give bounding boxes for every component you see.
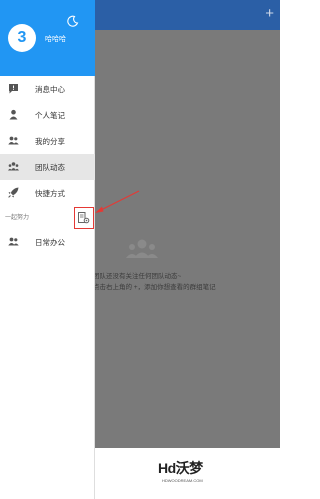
team-settings-button[interactable] bbox=[74, 207, 94, 229]
team-icon bbox=[8, 162, 19, 171]
share-people-icon bbox=[8, 136, 19, 145]
watermark: Hd沃梦 HDWOODREAM.COM bbox=[158, 458, 218, 488]
rocket-icon bbox=[8, 187, 19, 198]
add-icon[interactable]: + bbox=[265, 6, 274, 21]
watermark-logo: Hd沃梦 bbox=[158, 460, 203, 476]
person-icon bbox=[9, 109, 18, 120]
menu-item-label: 团队动态 bbox=[35, 163, 65, 172]
edge-strip bbox=[280, 0, 286, 499]
empty-message-line2: 点击右上角的 +，添加你想查看的群组笔记 bbox=[93, 284, 216, 291]
menu-item-label: 我的分享 bbox=[35, 137, 65, 146]
menu-item-team-activity[interactable]: 团队动态 bbox=[0, 154, 95, 180]
watermark-url: HDWOODREAM.COM bbox=[162, 478, 203, 483]
navigation-drawer: 3 哈哈哈 消息中心 个人笔记 我的分享 团队动态 快捷方式 一起努力 日常办公 bbox=[0, 0, 95, 499]
group-icon bbox=[8, 237, 19, 246]
menu-item-daily-office[interactable]: 日常办公 bbox=[0, 229, 95, 255]
avatar[interactable]: 3 bbox=[8, 24, 36, 52]
menu-item-shares[interactable]: 我的分享 bbox=[0, 128, 95, 154]
username[interactable]: 哈哈哈 bbox=[45, 34, 66, 44]
menu-item-label: 个人笔记 bbox=[35, 111, 65, 120]
menu-item-label: 快捷方式 bbox=[35, 189, 65, 198]
moon-icon[interactable] bbox=[67, 15, 79, 27]
team-settings-icon bbox=[78, 212, 90, 224]
message-icon bbox=[9, 84, 18, 94]
empty-team-icon bbox=[126, 239, 158, 258]
menu-item-notes[interactable]: 个人笔记 bbox=[0, 102, 95, 128]
annotation-arrow bbox=[95, 190, 140, 213]
app-toolbar: + bbox=[95, 0, 280, 30]
menu-item-messages[interactable]: 消息中心 bbox=[0, 76, 95, 102]
menu-item-label: 消息中心 bbox=[35, 85, 65, 94]
section-title: 一起努力 bbox=[5, 215, 30, 221]
empty-message-line1: 团队还没有关注任何团队动态~ bbox=[93, 273, 182, 280]
main-content-dimmed: + 团队还没有关注任何团队动态~ 点击右上角的 +，添加你想查看的群组笔记 bbox=[93, 0, 280, 448]
menu-item-shortcuts[interactable]: 快捷方式 bbox=[0, 180, 95, 206]
drawer-header: 3 哈哈哈 bbox=[0, 0, 95, 76]
menu-item-label: 日常办公 bbox=[35, 238, 65, 247]
